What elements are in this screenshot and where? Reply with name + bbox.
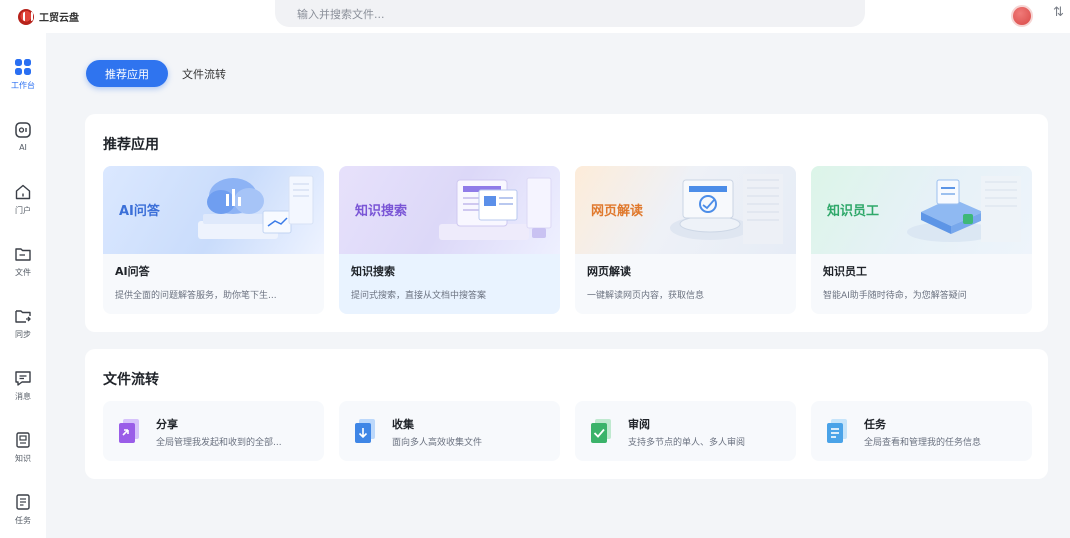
app-card-knowledge-employee[interactable]: 知识员工 知识员工 智能AI助手随时待命，为您解答疑问 [811, 166, 1032, 314]
share-icon [119, 419, 139, 443]
section-title: 文件流转 [103, 372, 159, 388]
avatar[interactable] [1011, 5, 1033, 27]
app-banner: 知识搜索 [339, 166, 560, 254]
app-banner-title: AI问答 [119, 204, 160, 219]
sidebar-item-label: 文件 [15, 268, 31, 277]
file-flow-panel: 文件流转 分享 全局管理我发起和收到的全部... 收集 面向多人高效收集文件 审… [85, 349, 1048, 479]
app-description: 提供全面的问题解答服务，助你笔下生... [115, 291, 277, 301]
app-description: 智能AI助手随时待命，为您解答疑问 [823, 291, 967, 301]
logo[interactable]: 工贸云盘 [18, 8, 258, 25]
knowledge-icon [16, 432, 30, 448]
flow-card-tasks[interactable]: 任务 全局查看和管理我的任务信息 [811, 401, 1032, 461]
app-name: 知识员工 [823, 265, 867, 278]
flow-name: 收集 [392, 418, 414, 431]
section-title: 推荐应用 [103, 137, 159, 153]
app-banner: 网页解读 [575, 166, 796, 254]
search-placeholder: 输入并搜索文件... [297, 7, 385, 21]
sidebar-item-label: 消息 [15, 392, 31, 401]
sidebar-item-sync[interactable]: 同步 [0, 307, 46, 357]
sidebar-item-ai[interactable]: AI [0, 121, 46, 171]
sidebar-item-label: 知识 [15, 454, 31, 463]
app-banner-title: 知识搜索 [355, 204, 408, 219]
sidebar-item-label: 同步 [15, 330, 31, 339]
tab-file-flow[interactable]: 文件流转 [182, 60, 226, 87]
sidebar: 工作台 AI 门户 文件 同步 消息 知识 任务 [0, 33, 46, 538]
app-name: AI问答 [115, 265, 150, 278]
sync-folder-icon [15, 310, 31, 323]
sidebar-item-knowledge[interactable]: 知识 [0, 431, 46, 481]
sidebar-item-label: 工作台 [11, 81, 35, 90]
flow-description: 支持多节点的单人、多人审阅 [628, 438, 746, 448]
sidebar-item-workbench[interactable]: 工作台 [0, 58, 46, 108]
flow-card-review[interactable]: 审阅 支持多节点的单人、多人审阅 [575, 401, 796, 461]
tab-recommended[interactable]: 推荐应用 [86, 60, 168, 87]
logo-icon [18, 8, 34, 25]
flow-description: 全局管理我发起和收到的全部... [156, 438, 282, 448]
sidebar-item-messages[interactable]: 消息 [0, 369, 46, 419]
app-name: 知识搜索 [351, 265, 395, 278]
sidebar-item-portal[interactable]: 门户 [0, 183, 46, 233]
app-name: 网页解读 [587, 265, 631, 278]
flow-description: 面向多人高效收集文件 [392, 438, 483, 448]
recommended-apps-panel: 推荐应用 AI问答 AI问答 提供全面的问题解答服务，助你笔下生... 知识搜索… [85, 114, 1048, 332]
sidebar-item-tasks[interactable]: 任务 [0, 493, 46, 538]
review-check-icon [591, 419, 611, 443]
task-list-icon [827, 419, 847, 443]
app-name: 工贸云盘 [39, 13, 79, 24]
flow-name: 分享 [156, 418, 178, 431]
collect-icon [355, 419, 375, 443]
message-icon [15, 371, 31, 386]
sidebar-item-label: 门户 [15, 206, 31, 215]
app-description: 一键解读网页内容，获取信息 [587, 291, 705, 301]
sidebar-item-label: AI [19, 143, 27, 152]
home-icon [15, 184, 31, 200]
app-description: 提问式搜索，直接从文档中搜答案 [351, 291, 487, 301]
flow-card-collect[interactable]: 收集 面向多人高效收集文件 [339, 401, 560, 461]
sort-icon[interactable]: ⇅ [1053, 5, 1064, 20]
sidebar-item-files[interactable]: 文件 [0, 245, 46, 295]
flow-name: 任务 [864, 418, 886, 431]
app-card-knowledge-search[interactable]: 知识搜索 知识搜索 提问式搜索，直接从文档中搜答案 [339, 166, 560, 314]
top-bar: 工贸云盘 输入并搜索文件... ⇅ [0, 0, 1070, 33]
search-input[interactable]: 输入并搜索文件... [275, 0, 865, 27]
app-card-web-reading[interactable]: 网页解读 网页解读 一键解读网页内容，获取信息 [575, 166, 796, 314]
ai-icon [15, 122, 31, 138]
app-card-ai-qa[interactable]: AI问答 AI问答 提供全面的问题解答服务，助你笔下生... [103, 166, 324, 314]
flow-card-share[interactable]: 分享 全局管理我发起和收到的全部... [103, 401, 324, 461]
flow-name: 审阅 [628, 418, 650, 431]
folder-icon [15, 248, 31, 261]
sidebar-item-label: 任务 [15, 516, 31, 525]
app-banner-title: 知识员工 [827, 204, 880, 219]
flow-description: 全局查看和管理我的任务信息 [864, 438, 982, 448]
app-banner-title: 网页解读 [591, 204, 644, 219]
task-icon [16, 494, 30, 510]
app-banner: AI问答 [103, 166, 324, 254]
app-banner: 知识员工 [811, 166, 1032, 254]
grid-icon [15, 59, 31, 75]
